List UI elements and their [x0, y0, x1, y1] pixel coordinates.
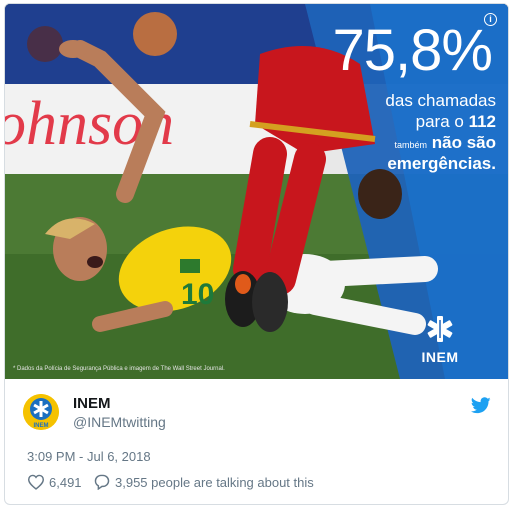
tweet-card: ohnson 10 i 75,8% das chamadas para o 11…: [4, 3, 509, 505]
twitter-bird-icon[interactable]: [471, 397, 491, 414]
star-of-life-icon: [427, 316, 453, 342]
stat-percentage: 75,8%: [332, 18, 493, 83]
tweet-author[interactable]: INEM INEM @INEMtwitting: [23, 392, 493, 432]
inem-logo-text: INEM: [421, 349, 459, 365]
image-credit: * Dados da Polícia de Segurança Pública …: [13, 366, 225, 372]
stat-line-3-small: também: [394, 140, 428, 150]
stat-line-2: para o 112: [416, 112, 496, 132]
stat-line-4-text: emergências.: [387, 154, 496, 173]
display-name[interactable]: INEM: [73, 395, 111, 412]
stat-line-4: emergências.: [387, 154, 496, 174]
talking-count: 3,955 people are talking about this: [115, 474, 314, 490]
stat-line-2-number: 112: [468, 112, 496, 131]
user-handle[interactable]: @INEMtwitting: [73, 414, 166, 430]
stat-line-2-prefix: para o: [415, 112, 464, 131]
stat-line-3: também não são: [395, 133, 497, 155]
tweet-actions: 6,491 3,955 people are talking about thi…: [27, 474, 497, 496]
svg-text:10: 10: [181, 278, 214, 311]
inem-avatar-logo-icon: INEM: [23, 394, 59, 430]
stat-line-3-bold: não são: [431, 133, 496, 152]
like-count: 6,491: [49, 474, 82, 490]
like-button[interactable]: 6,491: [27, 474, 82, 490]
svg-text:INEM: INEM: [34, 423, 49, 429]
inem-logo: INEM: [410, 314, 470, 365]
conversation-link[interactable]: 3,955 people are talking about this: [93, 474, 314, 490]
heart-icon: [27, 474, 45, 490]
avatar[interactable]: INEM: [23, 394, 59, 430]
tweet-image[interactable]: ohnson 10 i 75,8% das chamadas para o 11…: [5, 4, 508, 379]
stat-line-1: das chamadas: [385, 91, 496, 110]
speech-bubble-icon: [94, 474, 110, 490]
tweet-timestamp[interactable]: 3:09 PM - Jul 6, 2018: [27, 449, 151, 464]
